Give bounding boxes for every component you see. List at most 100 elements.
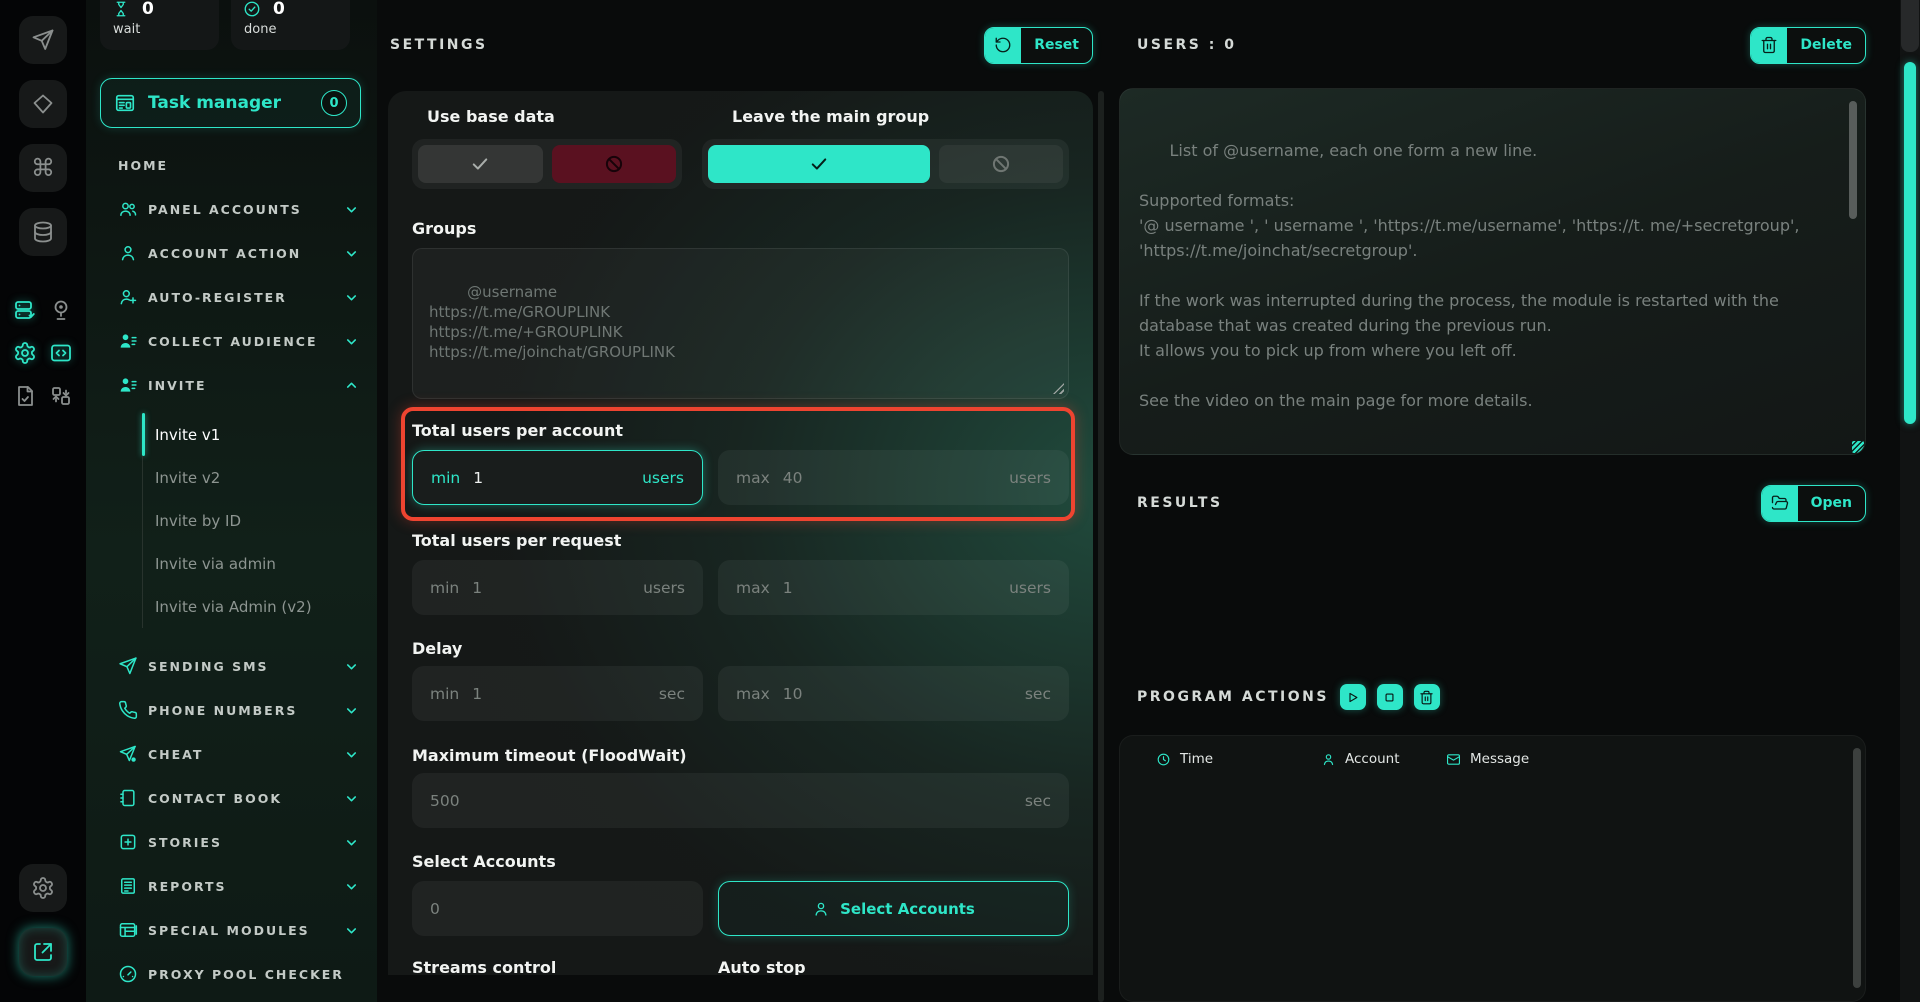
gauge-icon bbox=[118, 964, 138, 984]
toggle-option-no[interactable] bbox=[551, 145, 676, 183]
open-label: Open bbox=[1810, 495, 1852, 511]
chevron-up-icon bbox=[344, 378, 359, 393]
settings-button[interactable] bbox=[19, 864, 67, 912]
submenu-item-invite-v1[interactable]: Invite v1 bbox=[142, 413, 361, 456]
chevron-down-icon bbox=[344, 923, 359, 938]
done-count: 0 bbox=[273, 0, 285, 19]
diamond-button[interactable] bbox=[19, 80, 67, 128]
sidebar-item-label: SPECIAL MODULES bbox=[148, 922, 310, 938]
submenu-item-invite-by-id[interactable]: Invite by ID bbox=[142, 499, 361, 542]
program-actions-scrollbar[interactable] bbox=[1853, 748, 1861, 988]
total-users-per-request-label: Total users per request bbox=[412, 531, 622, 550]
toggle-option-no[interactable] bbox=[939, 145, 1063, 183]
play-icon bbox=[1345, 690, 1360, 705]
chevron-down-icon bbox=[344, 879, 359, 894]
total-users-per-request-min-input[interactable]: min 1 users bbox=[412, 560, 703, 615]
sidebar-item-label: PROXY POOL CHECKER bbox=[148, 966, 344, 982]
rotate-ccw-icon bbox=[994, 36, 1012, 54]
doc-check-icon[interactable] bbox=[13, 384, 37, 408]
settings-scrollbar[interactable] bbox=[1098, 91, 1104, 1002]
select-accounts-button[interactable]: Select Accounts bbox=[718, 881, 1069, 936]
submenu-item-invite-via-admin-v2-[interactable]: Invite via Admin (v2) bbox=[142, 585, 361, 628]
send-button[interactable] bbox=[19, 16, 67, 64]
window-scrollbar-thumb[interactable] bbox=[1904, 62, 1916, 424]
column-label: Account bbox=[1345, 751, 1400, 767]
max-suffix: users bbox=[1009, 468, 1051, 487]
command-button[interactable]: ⌘ bbox=[19, 144, 67, 192]
sidebar-item-label: INVITE bbox=[148, 377, 207, 393]
task-manager-button[interactable]: Task manager 0 bbox=[100, 78, 361, 128]
play-button[interactable] bbox=[1339, 684, 1366, 710]
textarea-scrollbar[interactable] bbox=[1849, 101, 1857, 219]
plus-square-icon bbox=[118, 832, 138, 852]
min-suffix: users bbox=[642, 468, 684, 487]
sidebar-item-home[interactable]: HOME bbox=[100, 143, 361, 187]
sidebar-item-stories[interactable]: STORIES bbox=[100, 820, 361, 864]
use-base-data-label: Use base data bbox=[427, 107, 555, 126]
swap-icon[interactable] bbox=[49, 384, 73, 408]
sidebar: 0 wait 0 done Task manager 0 HOME PANEL A… bbox=[86, 0, 377, 1002]
max-prefix: max bbox=[736, 578, 770, 597]
gear-icon[interactable] bbox=[13, 341, 37, 365]
auto-stop-label: Auto stop bbox=[718, 958, 806, 975]
open-button[interactable]: Open bbox=[1760, 484, 1866, 522]
delay-max-input[interactable]: max 10 sec bbox=[718, 666, 1069, 721]
column-header-time: Time bbox=[1156, 751, 1321, 767]
toggle-option-yes[interactable] bbox=[708, 145, 931, 183]
sidebar-item-auto-register[interactable]: AUTO-REGISTER bbox=[100, 275, 361, 319]
code-window-icon[interactable] bbox=[49, 341, 73, 365]
textarea-resize-grip[interactable] bbox=[1852, 441, 1864, 453]
sidebar-item-proxy-pool-checker[interactable]: PROXY POOL CHECKER bbox=[100, 952, 361, 996]
submenu-item-invite-v2[interactable]: Invite v2 bbox=[142, 456, 361, 499]
submenu-item-invite-via-admin[interactable]: Invite via admin bbox=[142, 542, 361, 585]
total-users-account-min-input[interactable]: min 1 users bbox=[412, 450, 703, 505]
person-icon bbox=[118, 243, 138, 263]
server-check-icon[interactable] bbox=[13, 298, 37, 322]
sidebar-item-reports[interactable]: REPORTS bbox=[100, 864, 361, 908]
reset-button[interactable]: Reset bbox=[984, 26, 1093, 64]
chevron-down-icon bbox=[344, 791, 359, 806]
reset-label: Reset bbox=[1034, 37, 1079, 53]
column-label: Time bbox=[1180, 751, 1214, 767]
diamond-icon bbox=[31, 92, 55, 116]
users-textarea[interactable]: List of @username, each one form a new l… bbox=[1119, 88, 1866, 455]
stop-button[interactable] bbox=[1376, 684, 1403, 710]
sidebar-item-label: CHEAT bbox=[148, 746, 204, 762]
resize-grip-icon[interactable] bbox=[1053, 383, 1064, 394]
person-cam-icon[interactable] bbox=[49, 298, 73, 322]
external-button[interactable] bbox=[19, 928, 67, 976]
sidebar-item-cheat[interactable]: CHEAT bbox=[100, 732, 361, 776]
delay-min-input[interactable]: min 1 sec bbox=[412, 666, 703, 721]
database-icon bbox=[31, 220, 55, 244]
accounts-count-input[interactable]: 0 bbox=[412, 881, 703, 936]
total-users-per-request-max-input[interactable]: max 1 users bbox=[718, 560, 1069, 615]
max-value: 1 bbox=[782, 578, 793, 597]
select-accounts-label: Select Accounts bbox=[412, 852, 556, 871]
person-lines-icon bbox=[118, 331, 138, 351]
task-manager-badge: 0 bbox=[321, 90, 347, 116]
mail-icon bbox=[1446, 752, 1461, 767]
sidebar-item-invite[interactable]: INVITE bbox=[100, 363, 361, 407]
sidebar-item-phone-numbers[interactable]: PHONE NUMBERS bbox=[100, 688, 361, 732]
delete-label: Delete bbox=[1800, 37, 1852, 53]
highlight-box: Total users per account min 1 users max … bbox=[401, 407, 1075, 521]
check-circle-icon bbox=[243, 0, 261, 18]
settings-rows: Total users per request min 1 users max 1 user… bbox=[412, 531, 1069, 721]
timeout-input[interactable]: 500 sec bbox=[412, 773, 1069, 828]
users-column: USERS : 0 Delete List of @username, each… bbox=[1119, 0, 1866, 1002]
sidebar-item-contact-book[interactable]: CONTACT BOOK bbox=[100, 776, 361, 820]
total-users-account-max-input[interactable]: max 40 users bbox=[718, 450, 1069, 505]
sidebar-item-sending-sms[interactable]: SENDING SMS bbox=[100, 644, 361, 688]
paper-plane-dot-icon bbox=[118, 744, 138, 764]
check-icon bbox=[809, 154, 829, 174]
database-button[interactable] bbox=[19, 208, 67, 256]
counter-done: 0 done bbox=[231, 0, 350, 50]
sidebar-item-panel-accounts[interactable]: PANEL ACCOUNTS bbox=[100, 187, 361, 231]
clear-log-button[interactable] bbox=[1413, 684, 1440, 710]
sidebar-item-account-action[interactable]: ACCOUNT ACTION bbox=[100, 231, 361, 275]
sidebar-item-collect-audience[interactable]: COLLECT AUDIENCE bbox=[100, 319, 361, 363]
toggle-option-yes[interactable] bbox=[418, 145, 543, 183]
groups-textarea[interactable]: @username https://t.me/GROUPLINK https:/… bbox=[412, 248, 1069, 399]
sidebar-item-special-modules[interactable]: SPECIAL MODULES bbox=[100, 908, 361, 952]
delete-button[interactable]: Delete bbox=[1750, 26, 1866, 64]
